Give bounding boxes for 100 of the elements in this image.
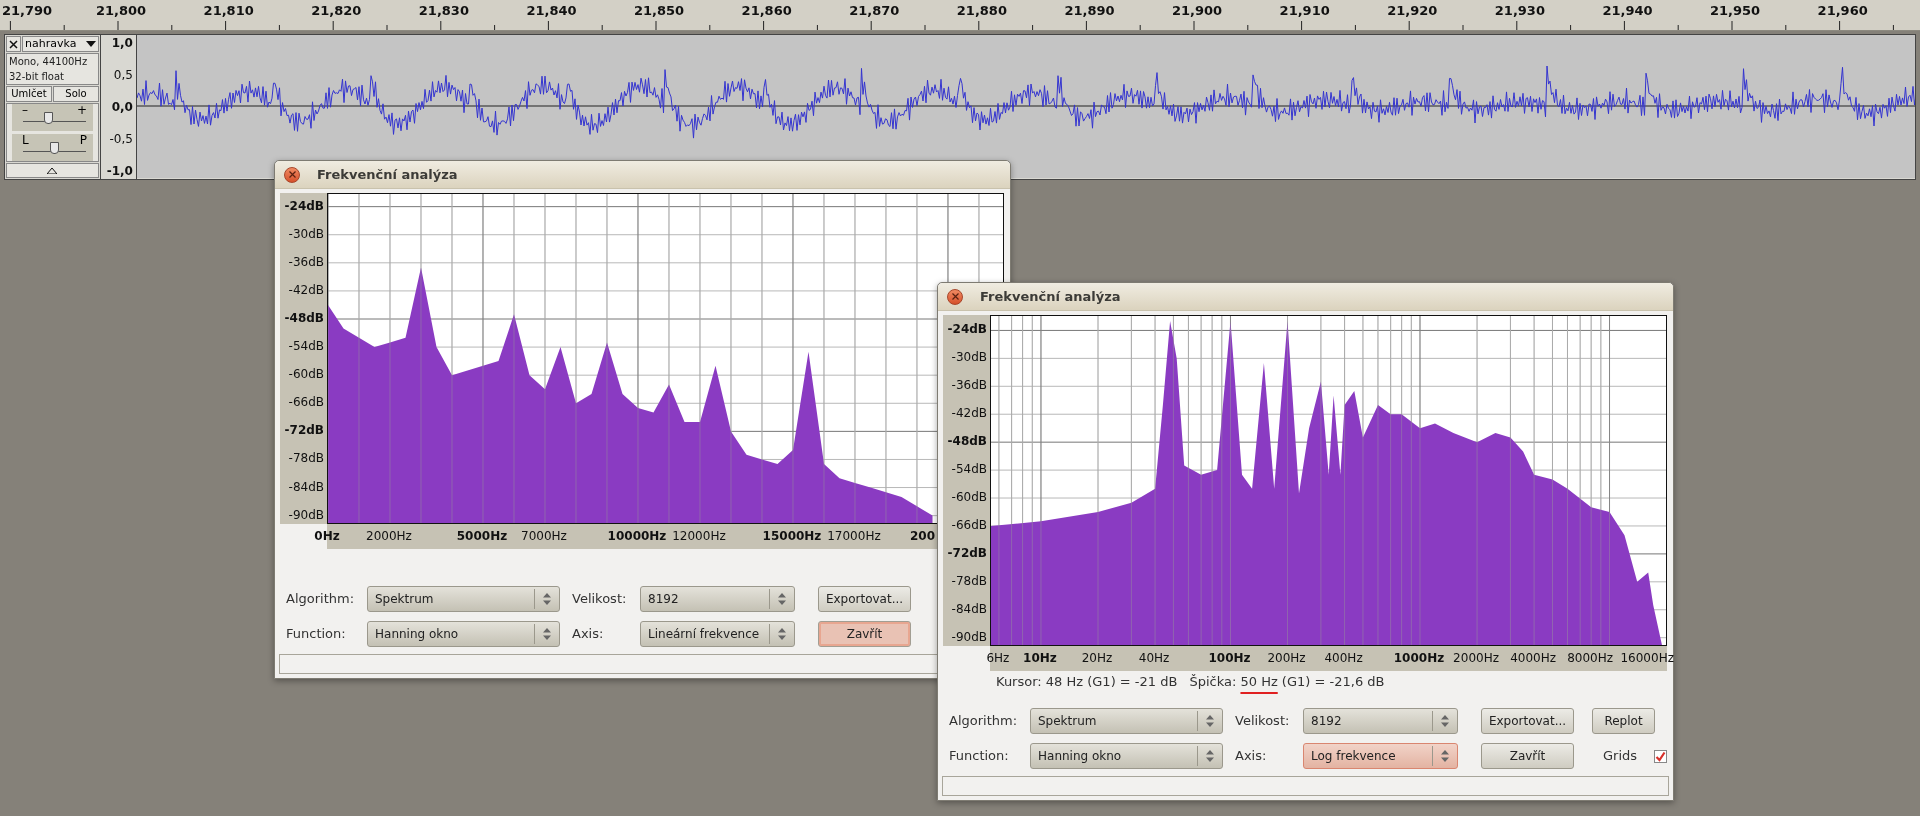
track-button[interactable]: Umlčet — [6, 86, 52, 102]
ruler-label: 21,920 — [1387, 3, 1438, 19]
field-label: Velikost: — [572, 590, 628, 609]
ruler-label: 21,860 — [741, 3, 792, 19]
dropdown[interactable]: 8192 — [640, 586, 795, 612]
y-tick-label: -36dB — [951, 378, 987, 393]
x-tick-label: 8000Hz — [1567, 651, 1614, 665]
caret-icon — [85, 41, 96, 47]
dropdown[interactable]: Log frekvence — [1303, 743, 1458, 769]
ruler-label: 21,890 — [1064, 3, 1115, 19]
x-tick-label: 100Hz — [1208, 651, 1251, 665]
y-tick-label: -90dB — [288, 507, 324, 522]
ruler-label: 21,830 — [418, 3, 469, 19]
x-tick-label: 20Hz — [1081, 651, 1113, 665]
y-tick-label: -24dB — [947, 322, 987, 337]
dialog-button[interactable]: Zavřít — [818, 621, 911, 647]
slider[interactable]: L P — [12, 134, 93, 161]
dialog-button[interactable]: Exportovat... — [818, 586, 911, 612]
x-tick-label: 16000Hz — [1620, 651, 1674, 665]
ruler-label: 21,840 — [526, 3, 577, 19]
x-tick-label: 200Hz — [1267, 651, 1306, 665]
y-tick-label: -48dB — [947, 434, 987, 449]
close-icon — [288, 171, 296, 178]
dropdown[interactable]: 8192 — [1303, 708, 1458, 734]
x-tick-label: 200 — [910, 529, 936, 543]
y-tick-label: -78dB — [288, 451, 324, 466]
checkmark-icon — [1655, 750, 1667, 762]
x-tick-label: 0Hz — [314, 529, 340, 543]
y-tick-label: -54dB — [951, 462, 987, 477]
ruler-label: 21,880 — [956, 3, 1007, 19]
x-tick-label: 10000Hz — [607, 529, 667, 543]
slider-min-label: L — [22, 133, 29, 147]
dropdown[interactable]: Lineární frekvence — [640, 621, 795, 647]
y-tick-label: -84dB — [951, 601, 987, 616]
x-tick-label: 7000Hz — [521, 529, 567, 543]
dropdown[interactable]: Hanning okno — [1030, 743, 1223, 769]
scale-label: 0,0 — [111, 99, 133, 115]
x-tick-label: 5000Hz — [456, 529, 508, 543]
dialog-button[interactable]: Zavřít — [1481, 743, 1574, 769]
track-info-text: 32-bit float — [9, 70, 66, 84]
x-tick-label: 15000Hz — [762, 529, 822, 543]
field-label: Axis: — [572, 625, 605, 644]
field-label: Algorithm: — [286, 590, 356, 609]
ruler-label: 21,810 — [203, 3, 254, 19]
ruler-label: 21,900 — [1172, 3, 1223, 19]
ruler-label: 21,870 — [849, 3, 900, 19]
dialog-button[interactable]: Exportovat... — [1481, 708, 1574, 734]
x-tick-label: 400Hz — [1324, 651, 1363, 665]
y-tick-label: -30dB — [288, 226, 324, 241]
dialog-button[interactable]: Replot — [1592, 708, 1655, 734]
track-info-text: Mono, 44100Hz — [9, 55, 89, 69]
dropdown[interactable]: Spektrum — [1030, 708, 1223, 734]
triangle-icon — [47, 167, 58, 174]
close-button[interactable] — [284, 166, 300, 183]
slider-thumb[interactable] — [50, 142, 60, 154]
time-ruler[interactable]: 21,790 21,800 21,810 21,820 21,830 21,840 21,850 21,860 21,870 21,880 21,890 21,900 21,910 21,920 21,930 21,940 21,950 21,960 — [0, 0, 1920, 31]
dropdown[interactable]: Hanning okno — [367, 621, 560, 647]
slider-max-label: + — [76, 103, 87, 117]
y-tick-label: -66dB — [288, 395, 324, 410]
x-tick-label: 2000Hz — [366, 529, 412, 543]
close-button[interactable] — [947, 288, 963, 305]
dropdown[interactable]: Spektrum — [367, 586, 560, 612]
y-tick-label: -48dB — [284, 311, 324, 325]
field-label: Velikost: — [1235, 712, 1291, 731]
checkbox[interactable] — [1654, 749, 1668, 763]
window-title: Frekvenční analýza — [317, 165, 458, 184]
field-label: Axis: — [1235, 747, 1268, 766]
slider-thumb[interactable] — [43, 112, 53, 124]
ruler-label: 21,800 — [96, 3, 147, 19]
field-label: Function: — [949, 747, 1010, 766]
y-tick-label: -72dB — [284, 423, 324, 438]
scale-label: 1,0 — [111, 35, 133, 51]
y-tick-label: -36dB — [288, 254, 324, 269]
x-tick-label: 12000Hz — [672, 529, 726, 543]
y-tick-label: -66dB — [951, 517, 987, 532]
scale-label: -0,5 — [109, 131, 133, 147]
y-tick-label: -42dB — [951, 406, 987, 421]
window-title: Frekvenční analýza — [980, 287, 1121, 306]
close-icon — [9, 39, 18, 49]
y-tick-label: -90dB — [951, 629, 987, 644]
x-tick-label: 6Hz — [986, 651, 1010, 665]
y-tick-label: -78dB — [951, 573, 987, 588]
close-icon — [951, 293, 959, 300]
ruler-label: 21,790 — [2, 3, 53, 19]
x-tick-label: 4000Hz — [1510, 651, 1557, 665]
y-tick-label: -42dB — [288, 282, 324, 297]
cursor-readout: Kursor: 48 Hz (G1) = -21 dB — [996, 673, 1178, 692]
slider-min-label: – — [22, 103, 28, 117]
ruler-label: 21,820 — [311, 3, 362, 19]
x-tick-label: 1000Hz — [1393, 651, 1445, 665]
slider[interactable]: – + — [12, 104, 93, 131]
track-button[interactable]: Solo — [53, 86, 99, 102]
collapse-button[interactable] — [6, 163, 99, 178]
ruler-label: 21,910 — [1279, 3, 1330, 19]
y-tick-label: -24dB — [284, 198, 324, 213]
track-name-dropdown[interactable]: nahravka — [22, 36, 99, 52]
ruler-label: 21,960 — [1817, 3, 1868, 19]
checkbox-label: Grids — [1603, 747, 1638, 766]
close-button[interactable] — [6, 36, 21, 52]
y-tick-label: -54dB — [288, 339, 324, 354]
